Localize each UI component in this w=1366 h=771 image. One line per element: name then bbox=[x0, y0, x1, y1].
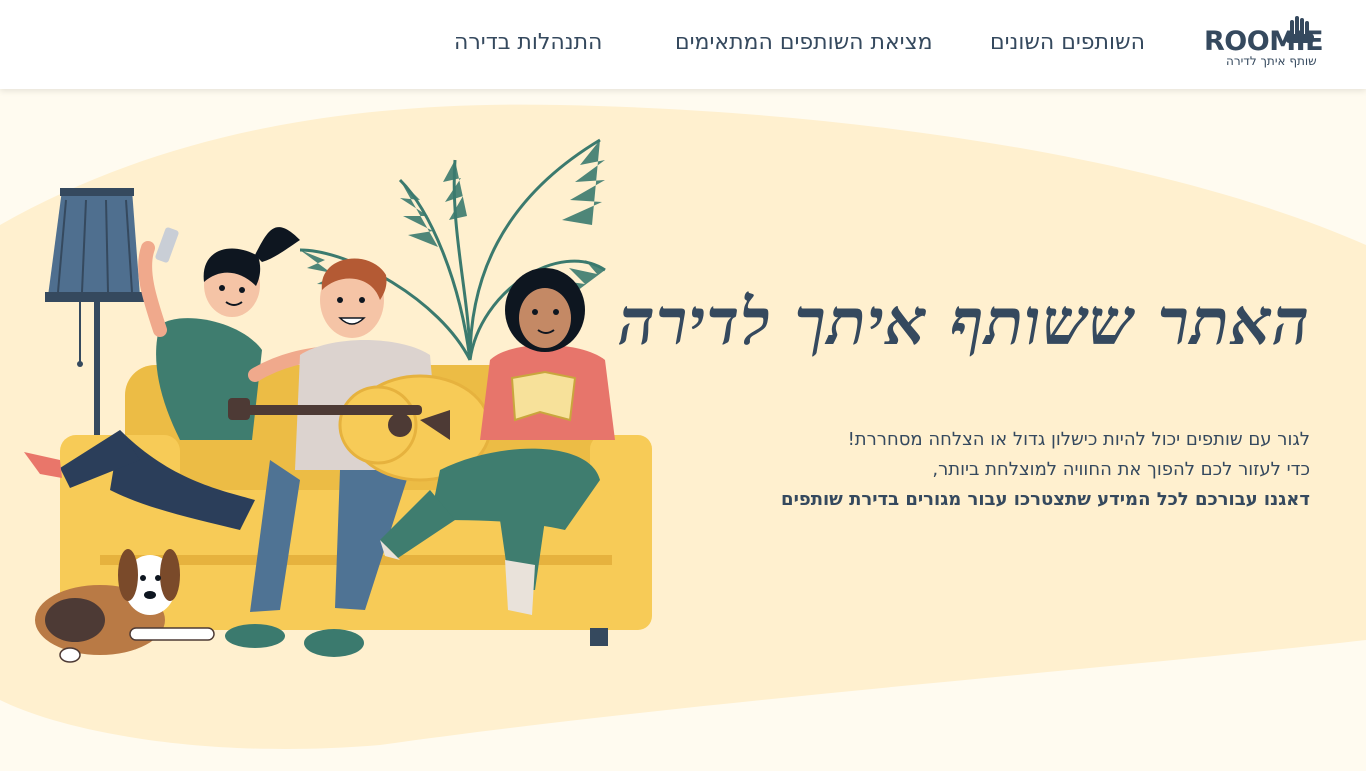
nav-link-roommate-types[interactable]: השותפים השונים bbox=[990, 30, 1145, 55]
hero-description: לגור עם שותפים יכול להיות כישלון גדול או… bbox=[710, 425, 1310, 515]
logo-tagline: שותף איתך לדירה bbox=[1226, 54, 1317, 68]
hero-text-line-1: לגור עם שותפים יכול להיות כישלון גדול או… bbox=[847, 429, 1310, 450]
hero-text-line-2: כדי לעזור לכם להפוך את החוויה למוצלחת בי… bbox=[932, 459, 1310, 480]
roommates-illustration bbox=[24, 138, 652, 663]
nav-link-apartment-management[interactable]: התנהלות בדירה bbox=[454, 30, 602, 55]
hero-text-line-3: דאגנו עבורכם לכל המידע שתצטרכו עבור מגור… bbox=[781, 489, 1310, 510]
nav-link-find-roommates[interactable]: מציאת השותפים המתאימים bbox=[675, 30, 933, 55]
hero-title: האתר ששותף איתך לדירה bbox=[618, 285, 1310, 360]
site-logo[interactable]: ROOMIE שותף איתך לדירה bbox=[1204, 14, 1346, 70]
site-header: התנהלות בדירה מציאת השותפים המתאימים השו… bbox=[0, 0, 1366, 89]
logo-wordmark: ROOMIE bbox=[1204, 26, 1324, 57]
